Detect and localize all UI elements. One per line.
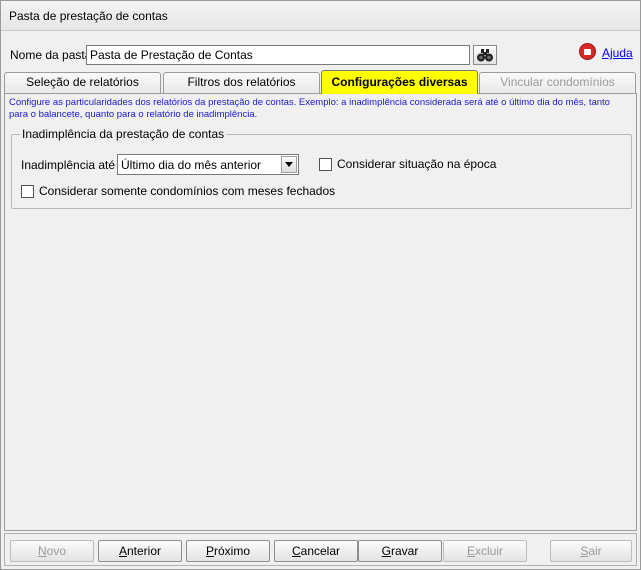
tab-configuracoes-diversas[interactable]: Configurações diversas <box>321 70 478 94</box>
excluir-button-hotkey: E <box>466 544 475 558</box>
tab-panel-configuracoes: Configure as particularidades dos relató… <box>4 93 637 531</box>
help-link[interactable]: Ajuda <box>602 46 633 60</box>
tab-strip: Seleção de relatórios Filtros dos relató… <box>4 70 637 94</box>
sair-button-label: air <box>588 544 602 558</box>
tab-selecao-relatorios[interactable]: Seleção de relatórios <box>4 72 161 94</box>
inadimplencia-label: Inadimplência até <box>21 158 116 172</box>
excluir-button[interactable]: Excluir <box>443 540 527 562</box>
tab-label: Seleção de relatórios <box>26 75 139 89</box>
considerar-epoca-checkbox[interactable] <box>319 157 332 171</box>
group-inadimplencia: Inadimplência da prestação de contas Ina… <box>11 127 632 209</box>
folder-name-label: Nome da pasta: <box>10 48 95 62</box>
tab-label: Vincular condomínios <box>500 75 615 89</box>
gravar-button[interactable]: Gravar <box>358 540 442 562</box>
button-bar: Novo Anterior Próximo Cancelar Gravar Ex… <box>4 533 637 566</box>
meses-fechados-checkbox-row[interactable]: Considerar somente condomínios com meses… <box>21 184 335 198</box>
tab-vincular-condominios[interactable]: Vincular condomínios <box>479 72 636 94</box>
novo-button-label: ovo <box>46 544 67 558</box>
considerar-epoca-checkbox-row[interactable]: Considerar situação na época <box>319 157 496 171</box>
gravar-button-label: ravar <box>391 544 419 558</box>
anterior-button-hotkey: A <box>118 544 127 558</box>
group-title: Inadimplência da prestação de contas <box>20 127 227 141</box>
search-folder-button[interactable] <box>473 45 497 65</box>
help-record-icon[interactable] <box>579 43 596 60</box>
cancelar-button[interactable]: Cancelar <box>274 540 358 562</box>
dialog-window: Pasta de prestação de contas Nome da pas… <box>0 0 641 570</box>
excluir-button-label: xcluir <box>475 544 504 558</box>
panel-description: Configure as particularidades dos relató… <box>9 97 610 120</box>
meses-fechados-label: Considerar somente condomínios com meses… <box>39 184 336 198</box>
cancelar-button-hotkey: C <box>291 544 301 558</box>
folder-name-row: Nome da pasta: <box>10 45 635 65</box>
sair-button[interactable]: Sair <box>550 540 632 562</box>
inadimplencia-selected-value: Último dia do mês anterior <box>121 158 262 172</box>
proximo-button[interactable]: Próximo <box>186 540 270 562</box>
considerar-epoca-label: Considerar situação na época <box>337 157 497 171</box>
chevron-down-icon[interactable] <box>281 156 297 173</box>
gravar-button-hotkey: G <box>381 544 391 558</box>
proximo-button-label: róximo <box>214 544 251 558</box>
binoculars-icon <box>477 49 493 62</box>
window-title: Pasta de prestação de contas <box>9 9 168 23</box>
inadimplencia-select[interactable]: Último dia do mês anterior <box>117 154 299 175</box>
tab-label: Configurações diversas <box>331 75 468 89</box>
novo-button[interactable]: Novo <box>10 540 94 562</box>
cancelar-button-label: ancelar <box>300 544 341 558</box>
meses-fechados-checkbox[interactable] <box>21 184 34 198</box>
anterior-button[interactable]: Anterior <box>98 540 182 562</box>
tab-filtros-relatorios[interactable]: Filtros dos relatórios <box>163 72 320 94</box>
proximo-button-hotkey: P <box>205 544 214 558</box>
anterior-button-label: nterior <box>127 544 162 558</box>
folder-name-input[interactable] <box>86 45 470 65</box>
title-bar: Pasta de prestação de contas <box>1 1 640 31</box>
tab-label: Filtros dos relatórios <box>187 75 296 89</box>
novo-button-hotkey: N <box>37 544 47 558</box>
